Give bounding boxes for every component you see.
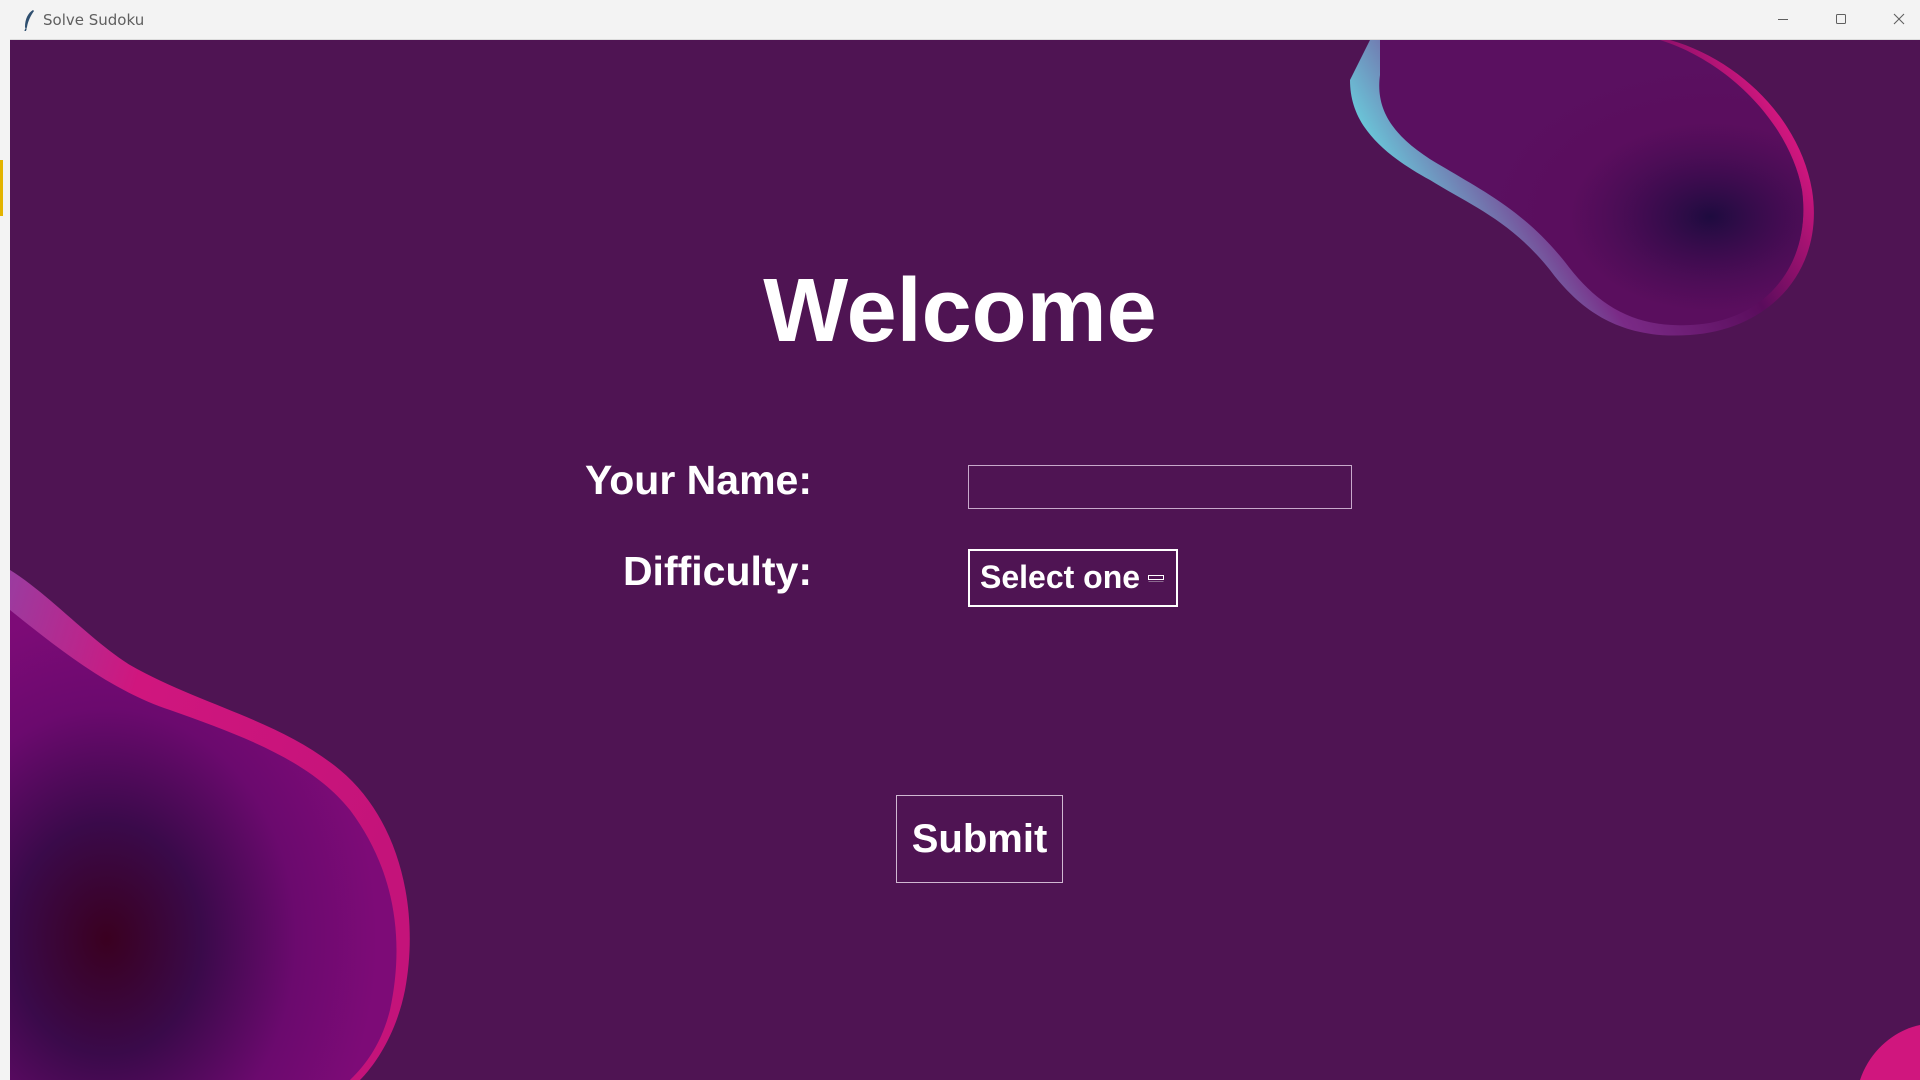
minimize-icon: [1778, 19, 1788, 20]
maximize-button[interactable]: [1812, 0, 1870, 38]
close-button[interactable]: [1870, 0, 1920, 38]
desktop-edge: [0, 0, 10, 1080]
close-icon: [1893, 13, 1905, 25]
decorative-blob-bottom-left: [10, 570, 410, 1080]
welcome-heading: Welcome: [763, 261, 1157, 361]
difficulty-selected-value: Select one: [980, 559, 1141, 595]
decorative-blob-bottom-right: [1860, 1025, 1920, 1080]
window-title: Solve Sudoku: [43, 11, 145, 29]
name-label: Your Name:: [584, 457, 812, 503]
taskbar-accent: [0, 160, 3, 216]
submit-button[interactable]: Submit: [896, 795, 1063, 883]
minimize-button[interactable]: [1754, 0, 1812, 38]
dropdown-indicator-icon: [1148, 575, 1164, 582]
maximize-icon: [1836, 14, 1846, 24]
name-input[interactable]: [968, 465, 1352, 509]
title-bar[interactable]: Solve Sudoku: [10, 0, 1920, 40]
difficulty-label: Difficulty:: [622, 548, 812, 594]
window-content: Welcome Your Name: Difficulty: Select on…: [10, 40, 1920, 1080]
app-window: Solve Sudoku Welcome Your Name: Difficul…: [10, 0, 1920, 1080]
feather-icon: [24, 10, 34, 31]
difficulty-select[interactable]: Select one: [968, 549, 1178, 607]
